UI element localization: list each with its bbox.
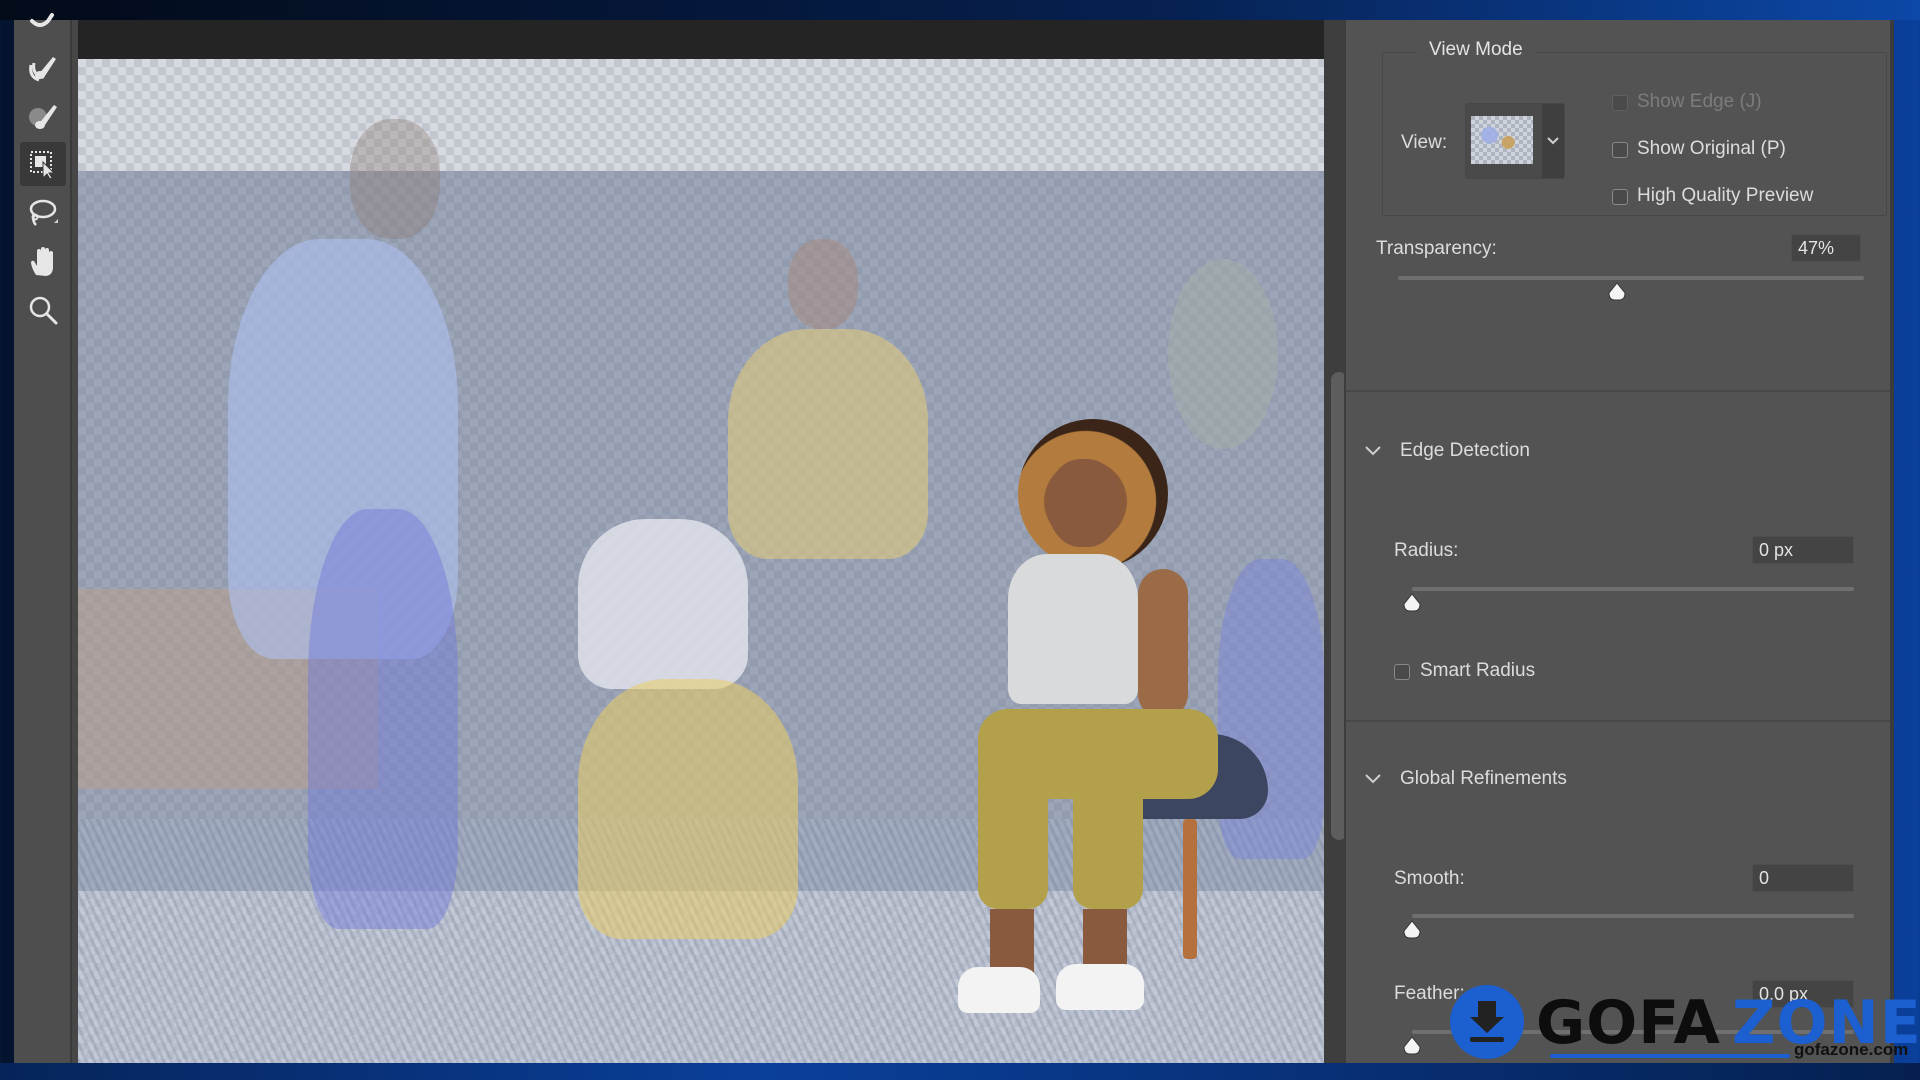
chevron-down-icon (1365, 446, 1381, 456)
hand-icon (31, 247, 53, 276)
lasso-icon (29, 199, 58, 226)
ghost-person-sitting-white-shirt (578, 519, 748, 689)
brush-tool[interactable] (20, 94, 66, 138)
ghost-person-standing-left-legs (308, 509, 458, 929)
view-mode-title: View Mode (1417, 39, 1535, 61)
chevron-down-icon (1542, 104, 1564, 178)
refine-edge-brush-tool[interactable] (20, 46, 66, 90)
smooth-slider-thumb[interactable] (1402, 920, 1422, 940)
brush-partial-icon (30, 13, 54, 27)
radius-input[interactable]: 0 px (1752, 536, 1854, 564)
smooth-input[interactable]: 0 (1752, 864, 1854, 892)
show-original-checkbox[interactable] (1612, 142, 1628, 158)
transparency-slider-track[interactable] (1398, 276, 1864, 280)
global-refinements-title: Global Refinements (1400, 768, 1567, 789)
show-edge-checkbox[interactable] (1612, 95, 1628, 111)
zoom-tool[interactable] (20, 288, 66, 332)
view-mode-group: View Mode View: Show Edge (J) Show Origi… (1382, 39, 1887, 216)
canvas-top-bar (78, 20, 1324, 59)
quick-selection-tool[interactable] (20, 6, 66, 50)
select-and-mask-workspace: View Mode View: Show Edge (J) Show Origi… (14, 13, 1894, 1063)
ghost-person-center-head (788, 239, 858, 329)
section-divider (1346, 720, 1892, 722)
smooth-label: Smooth: (1394, 868, 1465, 889)
transparency-input[interactable]: 47% (1791, 234, 1861, 262)
transparency-slider-thumb[interactable] (1607, 282, 1627, 302)
watermark-underline (1550, 1054, 1790, 1058)
watermark-url: gofazone.com (1794, 1040, 1909, 1059)
watermark-brand-a: GOFA (1536, 988, 1721, 1058)
ghost-person-sitting-yellow-pants (578, 679, 798, 939)
panel-edge (1890, 20, 1894, 1063)
brush-icon (29, 105, 57, 129)
tools-panel (14, 13, 72, 1063)
document-canvas-area (78, 20, 1324, 1063)
view-mode-thumbnail (1471, 116, 1533, 164)
view-mode-dropdown[interactable] (1465, 103, 1565, 179)
edge-detection-header[interactable]: Edge Detection (1364, 440, 1530, 462)
global-refinements-header[interactable]: Global Refinements (1364, 768, 1567, 790)
smart-radius-checkbox[interactable] (1394, 664, 1410, 680)
ghost-person-standing-left-head (350, 119, 440, 239)
smooth-slider-track[interactable] (1412, 914, 1854, 918)
lasso-tool[interactable] (20, 192, 66, 236)
radius-slider-thumb[interactable] (1402, 593, 1422, 613)
high-quality-preview-label: High Quality Preview (1637, 185, 1814, 206)
high-quality-preview-checkbox[interactable] (1612, 189, 1628, 205)
object-selection-tool[interactable] (20, 142, 66, 186)
view-label: View: (1401, 132, 1448, 153)
transparency-label: Transparency: (1376, 238, 1497, 259)
magnifier-icon (29, 296, 58, 325)
image-canvas[interactable] (78, 59, 1324, 1063)
download-logo-icon (1450, 985, 1524, 1059)
show-original-label: Show Original (P) (1637, 138, 1786, 159)
hand-tool[interactable] (20, 240, 66, 284)
smart-radius-label: Smart Radius (1420, 660, 1536, 681)
object-selection-icon (30, 151, 56, 180)
screen-frame-top (0, 0, 1920, 20)
properties-panel: View Mode View: Show Edge (J) Show Origi… (1344, 20, 1894, 1063)
refine-edge-brush-icon (29, 57, 56, 82)
show-edge-label: Show Edge (J) (1637, 91, 1762, 112)
radius-slider-track[interactable] (1412, 587, 1854, 591)
chevron-down-icon (1365, 774, 1381, 784)
section-divider (1346, 390, 1892, 392)
gofazone-watermark: GOFA ZONE gofazone.com (1450, 980, 1920, 1070)
edge-detection-title: Edge Detection (1400, 440, 1530, 461)
radius-label: Radius: (1394, 540, 1459, 561)
selected-subject-woman (898, 419, 1268, 1019)
feather-slider-thumb[interactable] (1402, 1036, 1422, 1056)
